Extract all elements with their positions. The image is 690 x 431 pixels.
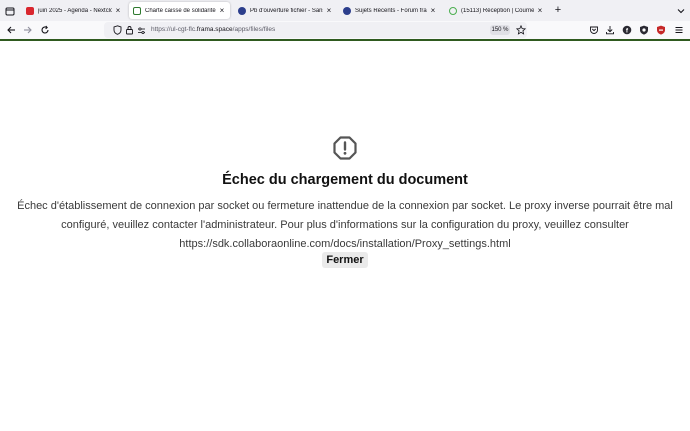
tab-strip: juin 2025 - Agenda - Nextcloud × Charte … bbox=[0, 0, 690, 21]
address-bar[interactable]: https://ul-cgt-flc.frama.space/apps/file… bbox=[104, 22, 527, 38]
new-tab-icon[interactable]: + bbox=[552, 4, 564, 16]
shield-extension-icon[interactable] bbox=[637, 23, 651, 37]
reload-icon[interactable] bbox=[38, 23, 52, 37]
calendar-icon bbox=[26, 6, 34, 15]
tab-title: Charte caisse de solidarité.docx bbox=[145, 7, 216, 14]
tab-title: juin 2025 - Agenda - Nextcloud bbox=[38, 7, 112, 14]
forum-icon bbox=[238, 6, 246, 15]
close-tab-icon[interactable]: × bbox=[536, 6, 544, 15]
url-text[interactable]: https://ul-cgt-flc.frama.space/apps/file… bbox=[151, 26, 275, 33]
tab-agenda[interactable]: juin 2025 - Agenda - Nextcloud × bbox=[22, 2, 126, 19]
page-content: Échec du chargement du document Échec d'… bbox=[0, 41, 690, 431]
tab-pb-ouverture[interactable]: Pb d'ouverture fichier - Sans cat × bbox=[234, 2, 337, 19]
tab-sujets-recents[interactable]: Sujets Récents - Forum framasoft × bbox=[339, 2, 441, 19]
error-icon bbox=[333, 136, 357, 160]
document-icon bbox=[133, 6, 141, 15]
download-icon[interactable] bbox=[603, 23, 617, 37]
back-icon[interactable] bbox=[4, 23, 18, 37]
extension-f-icon[interactable]: f bbox=[620, 23, 634, 37]
forum-icon bbox=[343, 6, 351, 15]
tab-courrier[interactable]: (15113) Réception | Courrier | Sy × bbox=[445, 2, 548, 19]
close-tab-icon[interactable]: × bbox=[429, 6, 437, 15]
permissions-icon[interactable] bbox=[134, 23, 148, 37]
url-path: /apps/files/files bbox=[232, 26, 276, 33]
tab-title: Sujets Récents - Forum framasoft bbox=[355, 7, 427, 14]
ublock-icon[interactable] bbox=[654, 23, 668, 37]
tab-charte[interactable]: Charte caisse de solidarité.docx × bbox=[129, 2, 230, 19]
url-host: frama.space bbox=[196, 26, 233, 33]
zoom-button[interactable]: 150 % bbox=[490, 25, 510, 35]
menu-icon[interactable] bbox=[672, 23, 686, 37]
tab-title: Pb d'ouverture fichier - Sans cat bbox=[250, 7, 323, 14]
close-tab-icon[interactable]: × bbox=[218, 6, 226, 15]
forward-icon[interactable] bbox=[21, 23, 35, 37]
url-prefix: https://ul-cgt-flc. bbox=[151, 26, 197, 33]
tab-list-icon[interactable] bbox=[4, 4, 16, 16]
close-button[interactable]: Fermer bbox=[322, 252, 368, 268]
navigation-toolbar: https://ul-cgt-flc.frama.space/apps/file… bbox=[0, 21, 690, 39]
error-message: Échec d'établissement de connexion par s… bbox=[17, 200, 673, 250]
close-tab-icon[interactable]: × bbox=[114, 6, 122, 15]
mail-icon bbox=[449, 6, 457, 15]
tab-title: (15113) Réception | Courrier | Sy bbox=[461, 7, 534, 14]
bookmark-star-icon[interactable] bbox=[514, 23, 528, 37]
close-tab-icon[interactable]: × bbox=[325, 6, 333, 15]
error-title: Échec du chargement du document bbox=[222, 172, 468, 188]
chevron-down-icon[interactable] bbox=[675, 4, 687, 16]
pocket-icon[interactable] bbox=[587, 23, 601, 37]
